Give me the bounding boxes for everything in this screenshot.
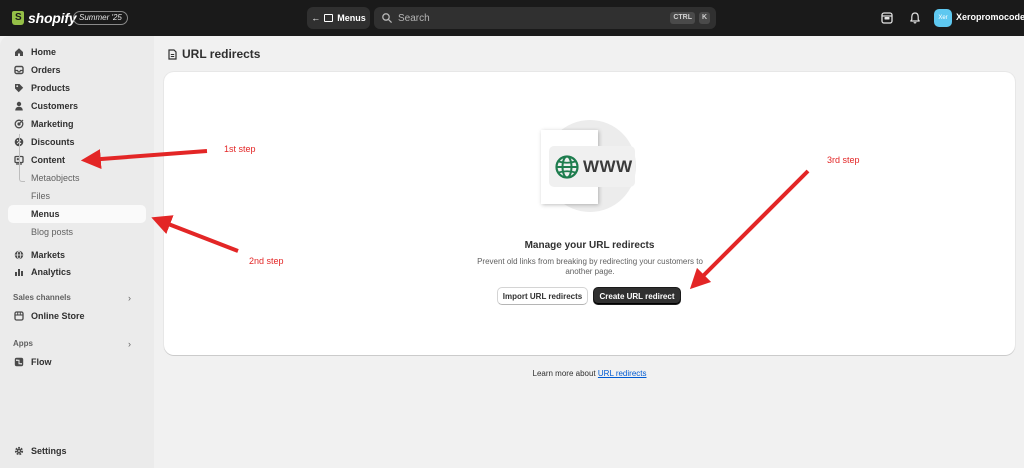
import-url-redirects-button[interactable]: Import URL redirects bbox=[497, 287, 588, 305]
globe-icon bbox=[14, 250, 24, 260]
shortcut-k-key: K bbox=[698, 12, 710, 24]
sidebar-item-label: Marketing bbox=[31, 119, 74, 129]
arrow-left-icon: ← bbox=[311, 13, 321, 23]
back-button-label: Menus bbox=[337, 13, 366, 23]
menu-nav-icon bbox=[324, 14, 334, 22]
sales-channels-heading[interactable]: Sales channels bbox=[13, 293, 71, 302]
sidebar-item-online-store[interactable]: Online Store bbox=[8, 307, 146, 325]
www-text: WWW bbox=[583, 156, 633, 176]
store-icon[interactable] bbox=[880, 11, 894, 25]
learn-more-footer: Learn more about URL redirects bbox=[164, 369, 1015, 378]
shopify-bag-icon bbox=[12, 11, 24, 25]
tag-icon bbox=[15, 84, 24, 93]
sidebar-subitem-menus[interactable]: Menus bbox=[8, 205, 146, 223]
sidebar-subitem-blog-posts[interactable]: Blog posts bbox=[8, 223, 146, 241]
document-icon bbox=[168, 48, 177, 60]
flow-app-icon bbox=[14, 357, 24, 367]
home-icon bbox=[15, 48, 23, 56]
page-title: URL redirects bbox=[168, 47, 260, 61]
target-icon bbox=[14, 119, 24, 129]
learn-more-prefix: Learn more about bbox=[532, 369, 596, 378]
sidebar-subitem-metaobjects[interactable]: Metaobjects bbox=[8, 169, 146, 187]
brand-name: shopify bbox=[28, 10, 77, 26]
sidebar-item-label: Markets bbox=[31, 250, 66, 260]
shopify-logo[interactable]: shopify bbox=[12, 10, 77, 26]
empty-state-heading: Manage your URL redirects bbox=[524, 240, 655, 251]
sidebar-item-customers[interactable]: Customers bbox=[8, 97, 146, 115]
sidebar-item-flow[interactable]: Flow bbox=[8, 353, 146, 371]
chevron-right-icon[interactable]: › bbox=[128, 293, 131, 303]
empty-state-card bbox=[164, 72, 1015, 355]
sidebar-item-label: Online Store bbox=[31, 311, 85, 321]
sidebar-item-markets[interactable]: Markets bbox=[8, 246, 146, 264]
sidebar-item-discounts[interactable]: Discounts bbox=[8, 133, 146, 151]
sidebar-item-label: Customers bbox=[31, 101, 79, 111]
sidebar-item-label: Content bbox=[31, 155, 65, 165]
page-title-text: URL redirects bbox=[182, 47, 261, 61]
sidebar-item-analytics[interactable]: Analytics bbox=[8, 263, 146, 281]
search-bar[interactable]: CTRL K bbox=[374, 7, 716, 29]
edition-badge: Summer '25 bbox=[73, 11, 128, 25]
store-name[interactable]: Xeropromocode bbox=[956, 12, 1024, 22]
top-bar: shopify Summer '25 ← Menus CTRL K Xer Xe… bbox=[0, 0, 1024, 36]
step-2-label: 2nd step bbox=[249, 256, 284, 266]
store-avatar[interactable]: Xer bbox=[934, 9, 952, 27]
sidebar-item-content[interactable]: Content bbox=[8, 151, 146, 169]
sidebar-item-label: Settings bbox=[31, 446, 67, 456]
gear-icon bbox=[14, 446, 24, 456]
sidebar-item-label: Products bbox=[31, 83, 71, 93]
url-redirects-help-link[interactable]: URL redirects bbox=[598, 369, 647, 378]
sidebar-item-marketing[interactable]: Marketing bbox=[8, 115, 146, 133]
empty-state-description: Prevent old links from breaking by redir… bbox=[477, 257, 703, 276]
person-icon bbox=[15, 101, 23, 111]
chevron-right-icon[interactable]: › bbox=[128, 339, 131, 349]
sidebar-item-label: Analytics bbox=[31, 267, 72, 277]
search-input[interactable] bbox=[398, 12, 648, 24]
www-illustration: WWW bbox=[549, 146, 635, 187]
inbox-icon bbox=[14, 65, 24, 75]
sidebar-item-label: Flow bbox=[31, 357, 52, 367]
shortcut-ctrl-key: CTRL bbox=[670, 12, 695, 24]
globe-icon bbox=[555, 154, 579, 179]
create-url-redirect-button[interactable]: Create URL redirect bbox=[593, 287, 681, 305]
search-icon bbox=[382, 13, 392, 23]
sidebar-item-settings[interactable]: Settings bbox=[8, 442, 146, 460]
step-3-label: 3rd step bbox=[827, 155, 860, 165]
sidebar-subitem-files[interactable]: Files bbox=[8, 187, 146, 205]
sidebar-item-label: Discounts bbox=[31, 137, 75, 147]
bar-chart-icon bbox=[15, 269, 23, 276]
back-to-menus-button[interactable]: ← Menus bbox=[307, 7, 370, 29]
sidebar-item-label: Orders bbox=[31, 65, 61, 75]
apps-heading[interactable]: Apps bbox=[13, 339, 33, 348]
bell-icon[interactable] bbox=[908, 11, 922, 25]
storefront-icon bbox=[14, 311, 24, 321]
step-1-label: 1st step bbox=[224, 144, 256, 154]
sidebar-item-products[interactable]: Products bbox=[8, 79, 146, 97]
sidebar-item-orders[interactable]: Orders bbox=[8, 61, 146, 79]
sidebar-item-home[interactable]: Home bbox=[8, 43, 146, 61]
sidebar-item-label: Home bbox=[31, 47, 57, 57]
